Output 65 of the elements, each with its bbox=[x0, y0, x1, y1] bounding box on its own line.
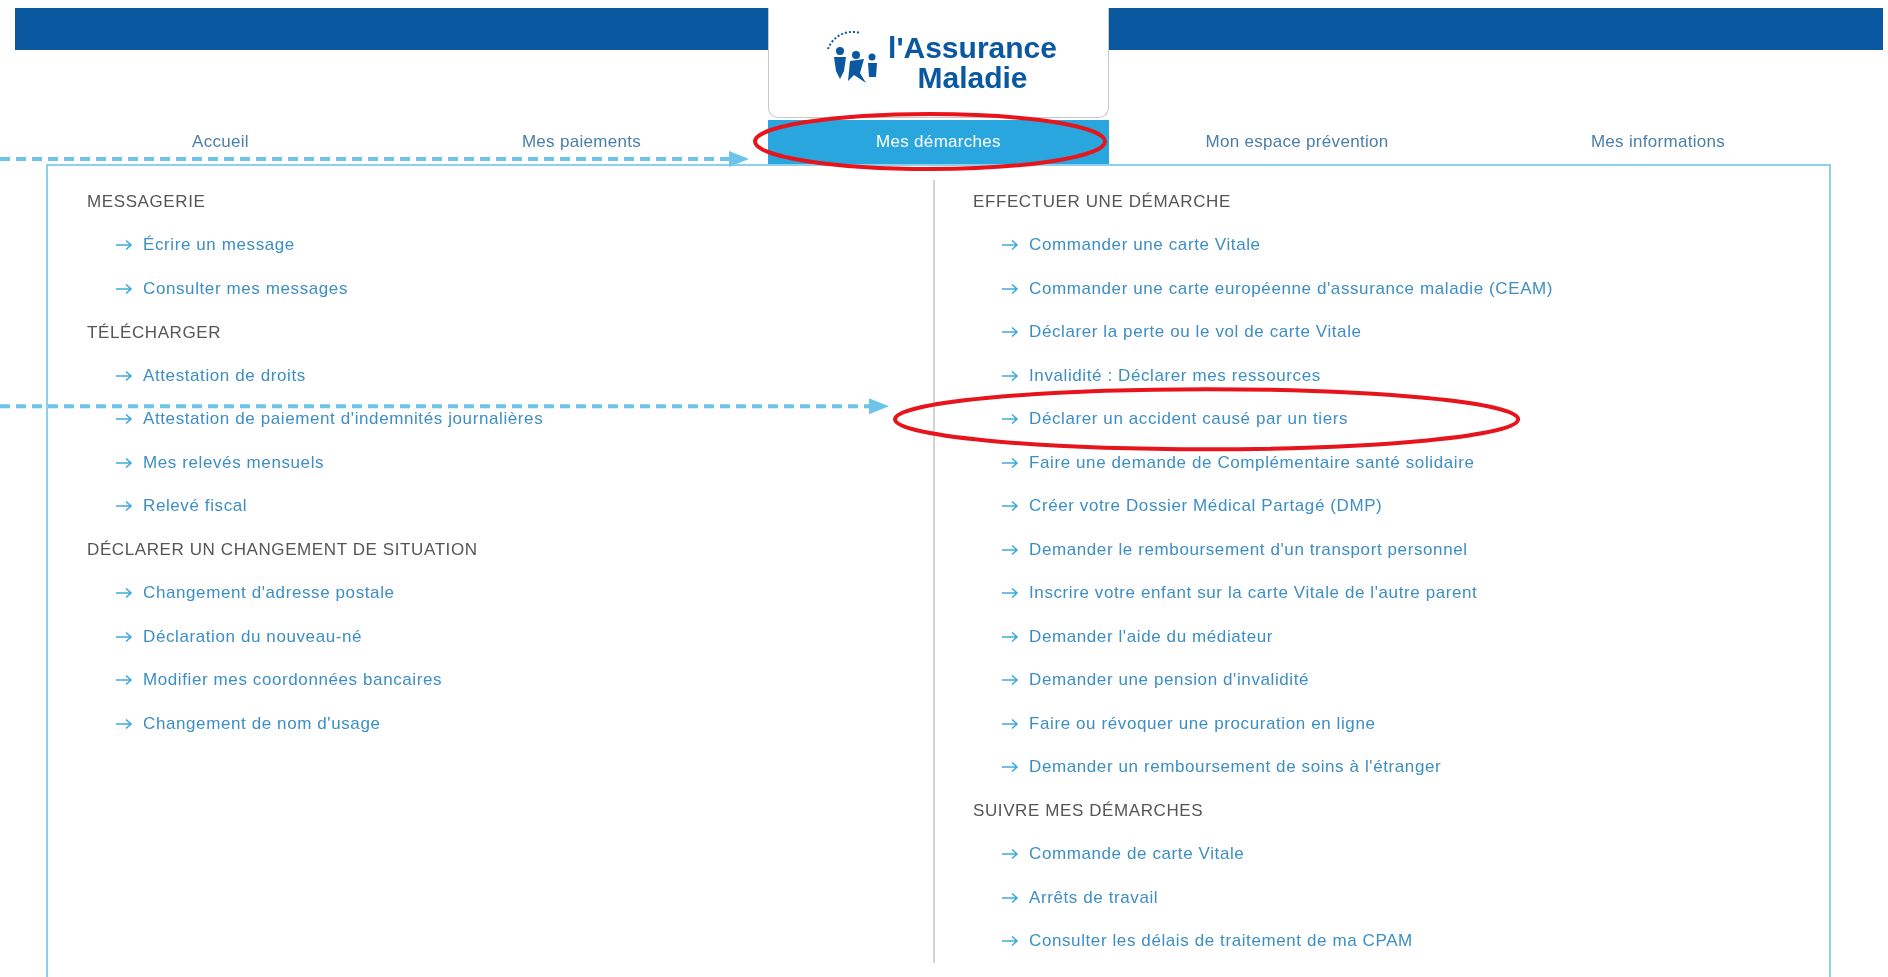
menu-link[interactable]: Relevé fiscal bbox=[143, 496, 248, 517]
arrow-icon bbox=[115, 587, 133, 600]
section-heading: TÉLÉCHARGER bbox=[87, 321, 223, 344]
arrow-icon bbox=[1001, 761, 1019, 774]
arrow-icon bbox=[1001, 587, 1019, 600]
menu-link[interactable]: Attestation de droits bbox=[143, 365, 306, 386]
arrow-icon bbox=[115, 369, 133, 382]
menu-link[interactable]: Demander l'aide du médiateur bbox=[1029, 626, 1273, 647]
arrow-icon bbox=[1001, 239, 1019, 252]
menu-link[interactable]: Modifier mes coordonnées bancaires bbox=[143, 670, 443, 691]
arrow-icon bbox=[1001, 717, 1019, 730]
arrow-icon bbox=[1001, 369, 1019, 382]
menu-link[interactable]: Invalidité : Déclarer mes ressources bbox=[1029, 365, 1321, 386]
logo-text: l'Assurance bbox=[888, 32, 1057, 63]
arrow-icon bbox=[1001, 674, 1019, 687]
menu-link[interactable]: Faire une demande de Complémentaire santé solidaire bbox=[1029, 452, 1475, 473]
menu-link[interactable]: Changement d'adresse postale bbox=[143, 583, 395, 604]
section-heading: SUIVRE MES DÉMARCHES bbox=[973, 800, 1205, 822]
arrow-icon bbox=[1001, 456, 1019, 469]
menu-link[interactable]: Écrire un message bbox=[143, 235, 295, 256]
menu-link[interactable]: Consulter les délais de traitement de ma CPAM bbox=[1029, 931, 1413, 952]
menu-link[interactable]: Créer votre Dossier Médical Partagé (DMP) bbox=[1029, 496, 1383, 517]
section-heading: MESSAGERIE bbox=[87, 191, 207, 213]
arrow-icon bbox=[1001, 848, 1019, 861]
menu-link[interactable]: Consulter mes messages bbox=[143, 278, 348, 299]
nav-tab[interactable]: Mon espace prévention bbox=[1109, 120, 1485, 164]
menu-link[interactable]: Déclaration du nouveau-né bbox=[143, 626, 363, 647]
section-heading: DÉCLARER UN CHANGEMENT DE SITUATION bbox=[87, 539, 479, 561]
nav-tab[interactable]: Mes paiements bbox=[395, 120, 768, 164]
arrow-icon bbox=[1001, 413, 1019, 426]
arrow-icon bbox=[1001, 282, 1019, 295]
menu-link[interactable]: Mes relevés mensuels bbox=[143, 452, 325, 473]
arrow-icon bbox=[115, 239, 133, 252]
menu-link[interactable]: Demander un remboursement de soins à l'étranger bbox=[1029, 757, 1442, 778]
logo[interactable]: l'Assurance Maladie bbox=[768, 8, 1109, 118]
arrow-icon bbox=[115, 500, 133, 513]
menu-link[interactable]: Commander une carte Vitale bbox=[1029, 235, 1261, 256]
menu-link[interactable]: Déclarer la perte ou le vol de carte Vitale bbox=[1029, 322, 1362, 343]
arrow-icon bbox=[1001, 500, 1019, 513]
arrow-icon bbox=[1001, 891, 1019, 904]
nav-tab[interactable]: Accueil bbox=[46, 120, 395, 164]
arrow-icon bbox=[115, 630, 133, 643]
menu-link[interactable]: Changement de nom d'usage bbox=[143, 713, 381, 734]
arrow-icon bbox=[115, 717, 133, 730]
menu-link[interactable]: Commande de carte Vitale bbox=[1029, 844, 1245, 865]
nav-tab[interactable]: Mes démarches bbox=[768, 120, 1109, 164]
arrow-icon bbox=[1001, 326, 1019, 339]
menu-link[interactable]: Arrêts de travail bbox=[1029, 887, 1159, 908]
menu-link[interactable]: Demander le remboursement d'un transport personnel bbox=[1029, 539, 1468, 560]
arrow-icon bbox=[1001, 935, 1019, 948]
arrow-icon bbox=[115, 413, 133, 426]
menu-link[interactable]: Demander une pension d'invalidité bbox=[1029, 670, 1310, 691]
arrow-icon bbox=[115, 674, 133, 687]
arrow-icon bbox=[1001, 630, 1019, 643]
arrow-icon bbox=[1001, 543, 1019, 556]
menu-link[interactable]: Commander une carte européenne d'assurance maladie (CEAM) bbox=[1029, 278, 1554, 299]
nav-tab[interactable]: Mes informations bbox=[1485, 120, 1831, 164]
section-heading: EFFECTUER UNE DÉMARCHE bbox=[973, 191, 1232, 213]
menu-link[interactable]: Déclarer un accident causé par un tiers bbox=[1029, 409, 1349, 430]
menu-link[interactable]: Faire ou révoquer une procuration en ligne bbox=[1029, 713, 1376, 734]
menu-link[interactable]: Attestation de paiement d'indemnités journalières bbox=[143, 409, 544, 430]
logo-text: Maladie bbox=[917, 62, 1028, 93]
menu-link[interactable]: Inscrire votre enfant sur la carte Vitale de l'autre parent bbox=[1029, 583, 1478, 604]
arrow-icon bbox=[115, 456, 133, 469]
arrow-icon bbox=[115, 282, 133, 295]
